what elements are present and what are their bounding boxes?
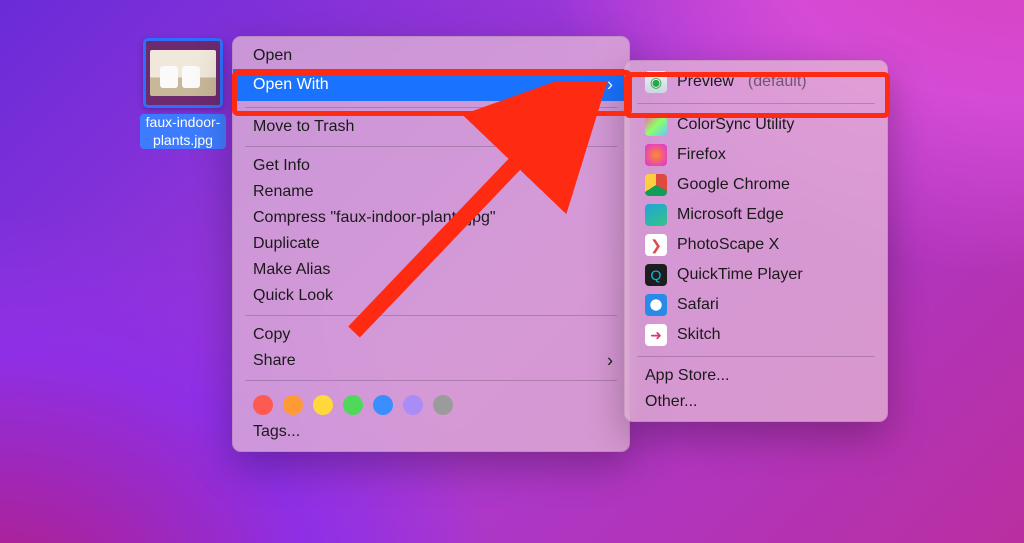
menu-quick-look-label: Quick Look (253, 287, 333, 305)
colorsync-utility-app-icon (645, 114, 667, 136)
submenu-app-label: Skitch (677, 326, 721, 344)
menu-share-label: Share (253, 352, 296, 370)
quicktime-player-app-icon: Q (645, 264, 667, 286)
file-label: faux-indoor-plants.jpg (140, 114, 226, 149)
submenu-app-skitch[interactable]: ➜ Skitch (625, 320, 887, 350)
context-menu: Open Open With › Move to Trash Get Info … (232, 36, 630, 452)
tag-color-dot[interactable] (373, 395, 393, 415)
menu-move-to-trash-label: Move to Trash (253, 118, 354, 136)
submenu-app-safari[interactable]: Safari (625, 290, 887, 320)
submenu-other[interactable]: Other... (625, 389, 887, 415)
submenu-preview-default[interactable]: ◉ Preview (default) (625, 67, 887, 97)
menu-tags[interactable]: Tags... (233, 419, 629, 445)
menu-divider (637, 103, 875, 104)
tag-color-dot[interactable] (343, 395, 363, 415)
file-thumbnail (143, 38, 223, 108)
submenu-preview-label: Preview (677, 73, 734, 91)
submenu-app-label: Google Chrome (677, 176, 790, 194)
skitch-app-icon: ➜ (645, 324, 667, 346)
menu-rename-label: Rename (253, 183, 313, 201)
submenu-other-label: Other... (645, 393, 697, 411)
menu-quick-look[interactable]: Quick Look (233, 283, 629, 309)
menu-duplicate-label: Duplicate (253, 235, 320, 253)
submenu-app-label: Microsoft Edge (677, 206, 784, 224)
submenu-app-label: Safari (677, 296, 719, 314)
submenu-app-label: QuickTime Player (677, 266, 803, 284)
menu-divider (245, 380, 617, 381)
menu-get-info-label: Get Info (253, 157, 310, 175)
menu-share[interactable]: Share › (233, 348, 629, 374)
desktop-file[interactable]: faux-indoor-plants.jpg (140, 38, 226, 149)
open-with-submenu: ◉ Preview (default) ColorSync Utility Fir… (624, 60, 888, 422)
google-chrome-app-icon (645, 174, 667, 196)
menu-move-to-trash[interactable]: Move to Trash (233, 114, 629, 140)
menu-compress-label: Compress "faux-indoor-plants.jpg" (253, 209, 496, 227)
menu-make-alias[interactable]: Make Alias (233, 257, 629, 283)
menu-duplicate[interactable]: Duplicate (233, 231, 629, 257)
tag-color-dot[interactable] (253, 395, 273, 415)
menu-open-label: Open (253, 47, 292, 65)
menu-copy-label: Copy (253, 326, 290, 344)
submenu-app-label: PhotoScape X (677, 236, 779, 254)
submenu-app-store-label: App Store... (645, 367, 730, 385)
submenu-app-colorsync-utility[interactable]: ColorSync Utility (625, 110, 887, 140)
chevron-right-icon: › (607, 75, 613, 96)
plant-photo-icon (150, 50, 216, 96)
menu-open[interactable]: Open (233, 43, 629, 69)
menu-divider (245, 315, 617, 316)
submenu-app-label: ColorSync Utility (677, 116, 794, 134)
menu-divider (245, 107, 617, 108)
menu-copy[interactable]: Copy (233, 322, 629, 348)
tag-color-dot[interactable] (403, 395, 423, 415)
menu-make-alias-label: Make Alias (253, 261, 330, 279)
menu-rename[interactable]: Rename (233, 179, 629, 205)
chevron-right-icon: › (607, 351, 613, 372)
photoscape-x-app-icon: ❯ (645, 234, 667, 256)
submenu-app-google-chrome[interactable]: Google Chrome (625, 170, 887, 200)
submenu-app-firefox[interactable]: Firefox (625, 140, 887, 170)
submenu-app-store[interactable]: App Store... (625, 363, 887, 389)
firefox-app-icon (645, 144, 667, 166)
menu-divider (637, 356, 875, 357)
tag-color-dot[interactable] (313, 395, 333, 415)
tag-color-dot[interactable] (433, 395, 453, 415)
tag-color-dot[interactable] (283, 395, 303, 415)
submenu-app-microsoft-edge[interactable]: Microsoft Edge (625, 200, 887, 230)
menu-get-info[interactable]: Get Info (233, 153, 629, 179)
submenu-app-label: Firefox (677, 146, 726, 164)
menu-tags-label: Tags... (253, 423, 300, 441)
menu-compress[interactable]: Compress "faux-indoor-plants.jpg" (233, 205, 629, 231)
tag-color-row (233, 387, 629, 419)
submenu-default-suffix: (default) (748, 73, 807, 91)
submenu-app-photoscape-x[interactable]: ❯ PhotoScape X (625, 230, 887, 260)
menu-open-with[interactable]: Open With › (233, 69, 629, 101)
menu-open-with-label: Open With (253, 76, 329, 94)
menu-divider (245, 146, 617, 147)
safari-app-icon (645, 294, 667, 316)
preview-app-icon: ◉ (645, 71, 667, 93)
microsoft-edge-app-icon (645, 204, 667, 226)
submenu-app-quicktime-player[interactable]: Q QuickTime Player (625, 260, 887, 290)
